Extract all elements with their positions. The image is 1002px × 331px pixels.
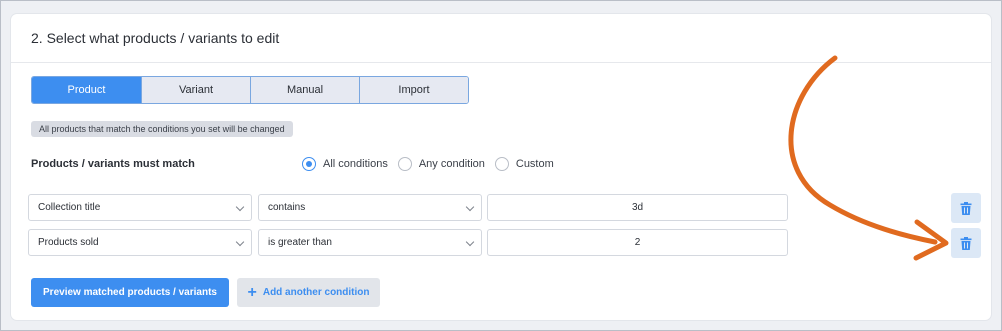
section-title: 2. Select what products / variants to ed… bbox=[11, 14, 991, 63]
trash-icon bbox=[960, 236, 972, 250]
operator-select[interactable]: contains bbox=[258, 194, 482, 221]
field-select-value: Products sold bbox=[38, 237, 99, 248]
delete-condition-button[interactable] bbox=[951, 228, 981, 258]
field-select[interactable]: Products sold bbox=[28, 229, 252, 256]
value-input-text: 2 bbox=[634, 237, 641, 248]
match-label: Products / variants must match bbox=[31, 158, 195, 170]
edit-selection-card: 2. Select what products / variants to ed… bbox=[11, 14, 991, 320]
delete-condition-button[interactable] bbox=[951, 193, 981, 223]
trash-icon bbox=[960, 201, 972, 215]
match-radio-group: All conditions Any condition Custom bbox=[302, 157, 564, 171]
tab-variant[interactable]: Variant bbox=[141, 77, 250, 103]
field-select-value: Collection title bbox=[38, 202, 101, 213]
radio-checked-icon[interactable] bbox=[302, 157, 316, 171]
radio-custom[interactable]: Custom bbox=[494, 157, 554, 171]
operator-select[interactable]: is greater than bbox=[258, 229, 482, 256]
info-badge: All products that match the conditions y… bbox=[31, 121, 293, 137]
chevron-down-icon bbox=[465, 237, 475, 247]
radio-label: All conditions bbox=[323, 158, 388, 170]
radio-all-conditions[interactable]: All conditions bbox=[302, 157, 388, 171]
chevron-down-icon bbox=[235, 237, 245, 247]
condition-row: Products sold is greater than 2 bbox=[28, 228, 988, 258]
radio-unchecked-icon[interactable] bbox=[397, 157, 412, 171]
radio-unchecked-icon[interactable] bbox=[494, 157, 509, 171]
add-condition-button[interactable]: + Add another condition bbox=[237, 278, 380, 307]
value-input[interactable]: 3d bbox=[487, 194, 788, 221]
tab-import[interactable]: Import bbox=[359, 77, 468, 103]
value-input-text: 3d bbox=[631, 202, 644, 213]
preview-matched-button[interactable]: Preview matched products / variants bbox=[31, 278, 229, 307]
tab-manual[interactable]: Manual bbox=[250, 77, 359, 103]
chevron-down-icon bbox=[465, 202, 475, 212]
mode-tabs: Product Variant Manual Import bbox=[31, 76, 469, 104]
operator-select-value: is greater than bbox=[268, 237, 332, 248]
chevron-down-icon bbox=[235, 202, 245, 212]
radio-label: Custom bbox=[515, 158, 554, 170]
tab-product[interactable]: Product bbox=[32, 77, 141, 103]
add-condition-label: Add another condition bbox=[262, 287, 370, 298]
plus-icon: + bbox=[247, 283, 257, 301]
value-input[interactable]: 2 bbox=[487, 229, 788, 256]
field-select[interactable]: Collection title bbox=[28, 194, 252, 221]
operator-select-value: contains bbox=[268, 202, 306, 213]
radio-any-condition[interactable]: Any condition bbox=[397, 157, 485, 171]
condition-row: Collection title contains 3d bbox=[28, 193, 988, 223]
radio-label: Any condition bbox=[418, 158, 485, 170]
